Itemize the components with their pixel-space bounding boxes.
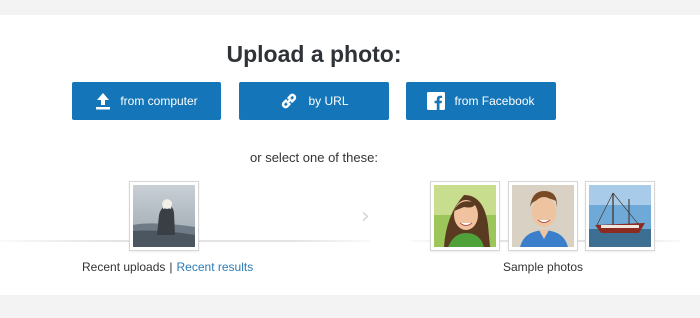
- facebook-icon: [427, 92, 446, 110]
- woman-portrait-image: [434, 185, 496, 247]
- man-portrait-image: [512, 185, 574, 247]
- sample-photo-ship[interactable]: [585, 181, 655, 251]
- upload-from-facebook-label: from Facebook: [454, 94, 535, 108]
- upload-from-computer-button[interactable]: from computer: [72, 82, 221, 120]
- recent-uploads-label: Recent uploads: [82, 260, 166, 274]
- recent-upload-thumbnail[interactable]: [129, 181, 199, 251]
- recent-captions: Recent uploads | Recent results: [82, 260, 253, 274]
- upload-arrow-icon: [95, 92, 111, 110]
- recent-results-link[interactable]: Recent results: [177, 260, 254, 274]
- upload-by-url-button[interactable]: by URL: [239, 82, 389, 120]
- beach-photo-image: [133, 185, 195, 247]
- caption-separator: |: [169, 260, 173, 274]
- upload-by-url-label: by URL: [308, 94, 349, 108]
- sample-photo-woman[interactable]: [430, 181, 500, 251]
- page-title: Upload a photo:: [226, 41, 402, 67]
- chevron-right-icon[interactable]: ›: [361, 204, 370, 229]
- select-prompt: or select one of these:: [250, 150, 378, 165]
- sample-photo-man[interactable]: [508, 181, 578, 251]
- link-icon: [279, 91, 299, 111]
- upload-from-facebook-button[interactable]: from Facebook: [406, 82, 556, 120]
- ship-photo-image: [589, 185, 651, 247]
- sample-photos-label: Sample photos: [503, 260, 584, 274]
- upload-from-computer-label: from computer: [120, 94, 198, 108]
